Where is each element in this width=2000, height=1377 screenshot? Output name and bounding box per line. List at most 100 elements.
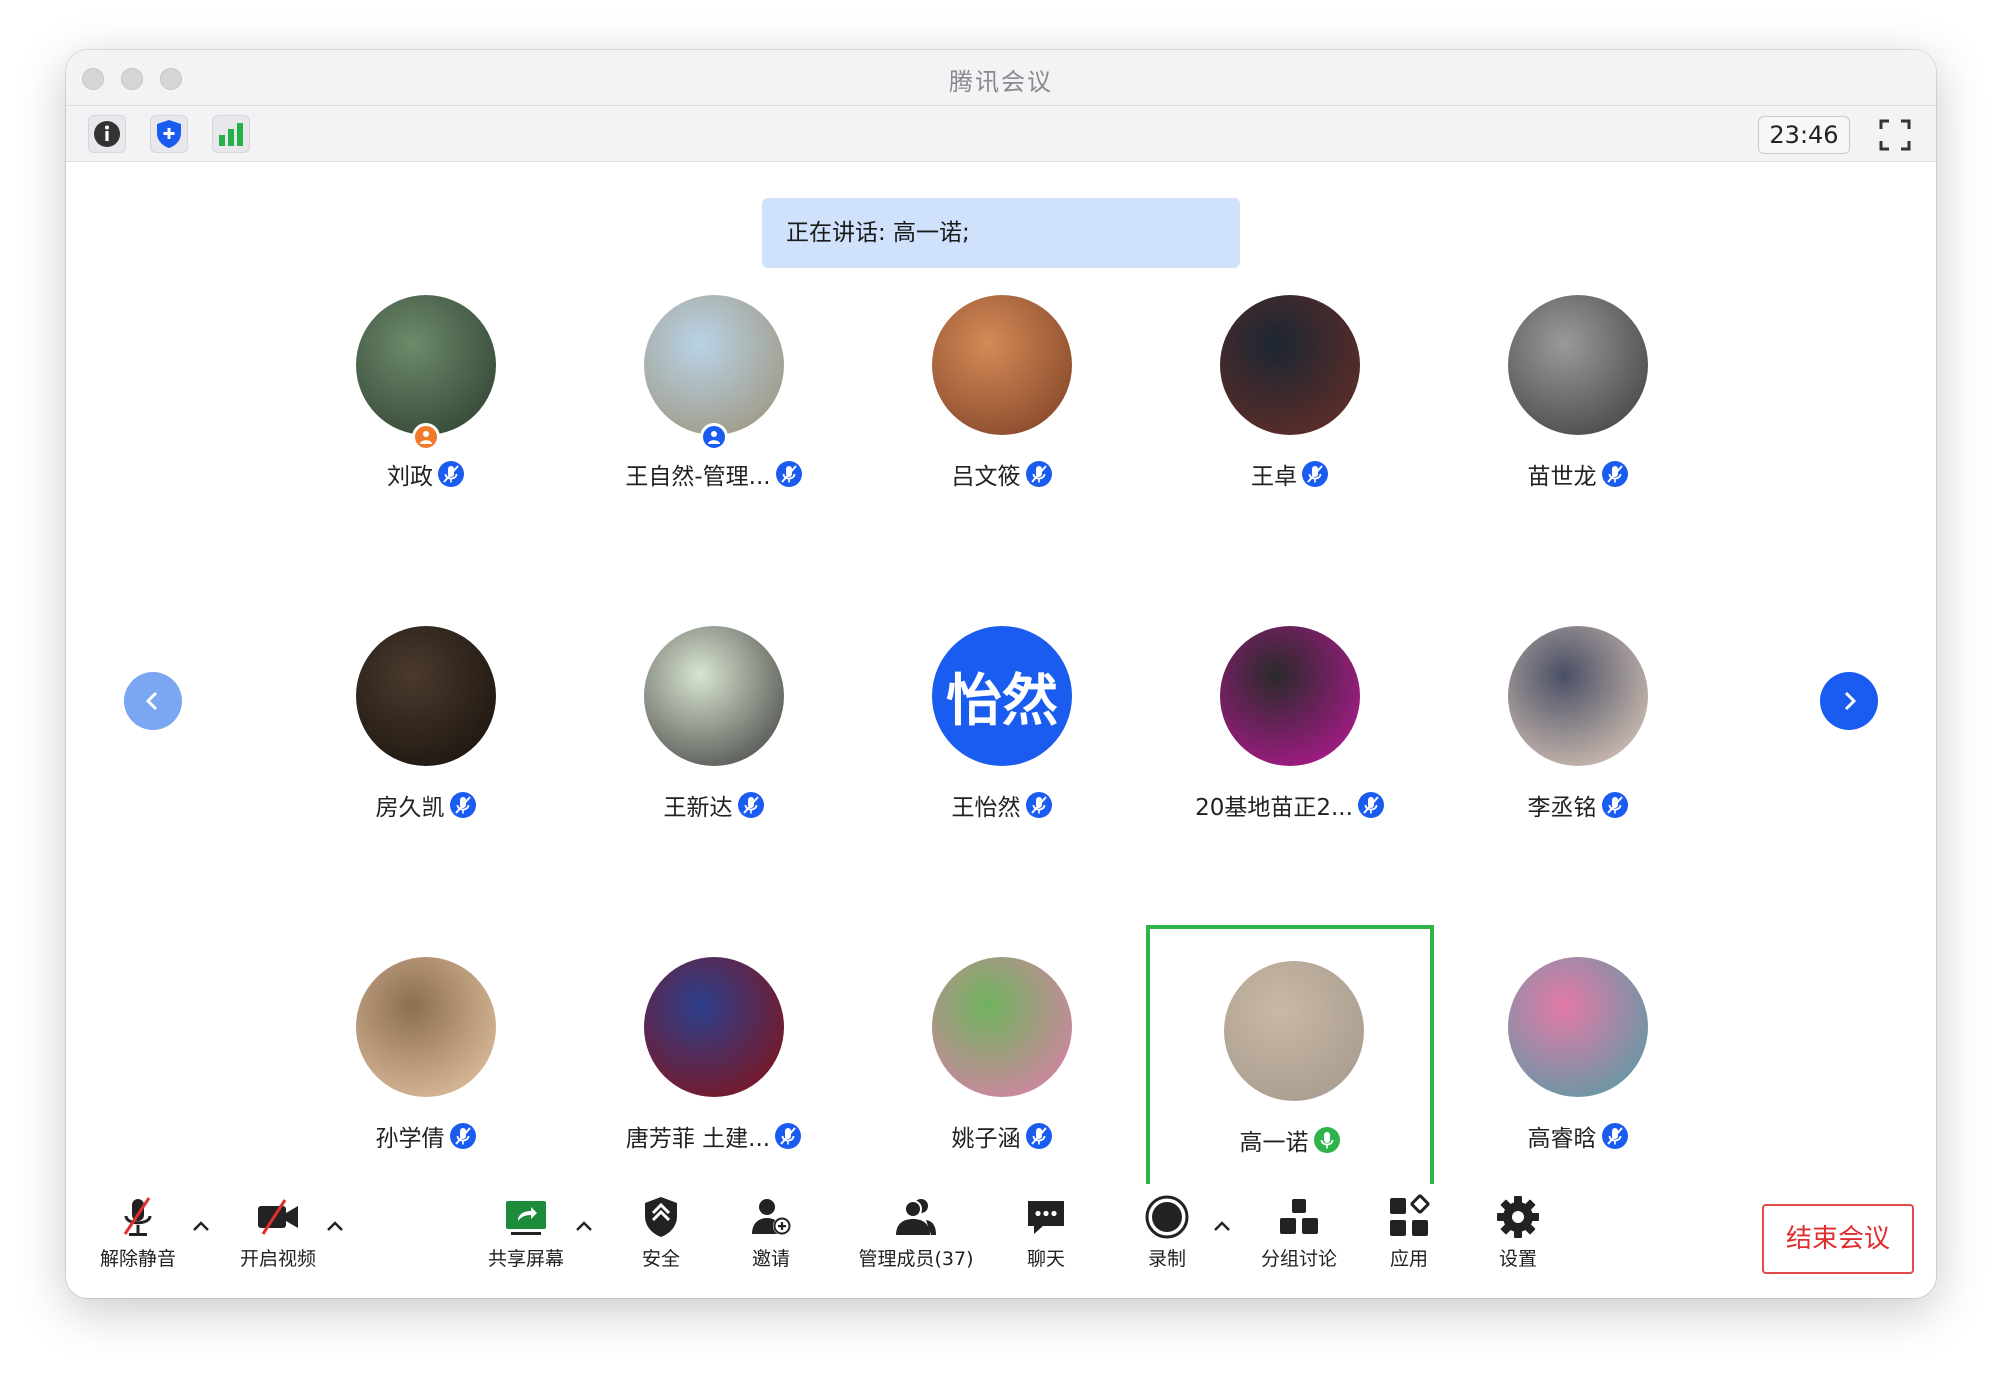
audio-options-caret-icon[interactable]: [191, 1218, 211, 1234]
fullscreen-icon: [1879, 119, 1911, 151]
network-signal-button[interactable]: [212, 115, 250, 153]
participant-name: 高一诺: [1239, 1130, 1309, 1156]
apps-button[interactable]: 应用: [1354, 1194, 1464, 1284]
security-button[interactable]: 安全: [606, 1194, 716, 1284]
microphone-status-icon: [775, 1123, 802, 1149]
invite-button[interactable]: 邀请: [716, 1194, 826, 1284]
participant-name: 王自然-管理...: [625, 464, 771, 490]
next-page-button[interactable]: [1820, 672, 1878, 730]
meeting-window: 腾讯会议 23:46 正在讲话: 高一诺; 刘政 王自然-管理... 吕文筱 王…: [66, 50, 1936, 1298]
avatar: [1508, 626, 1648, 766]
participant-tile[interactable]: 王卓: [1146, 263, 1434, 553]
participant-name: 王新达: [663, 795, 733, 821]
microphone-status-icon: [438, 461, 464, 487]
participant-name-row: 刘政: [282, 457, 570, 491]
video-options-caret-icon[interactable]: [325, 1218, 345, 1234]
settings-button[interactable]: 设置: [1463, 1194, 1573, 1284]
signal-bars-icon: [219, 123, 243, 146]
fullscreen-button[interactable]: [1878, 118, 1912, 152]
breakout-rooms-label: 分组讨论: [1260, 1248, 1337, 1270]
chat-button[interactable]: 聊天: [991, 1194, 1101, 1284]
avatar: [356, 626, 496, 766]
participant-tile[interactable]: 姚子涵: [858, 925, 1146, 1215]
participant-tile[interactable]: 房久凯: [282, 594, 570, 884]
settings-label: 设置: [1498, 1248, 1537, 1270]
add-person-icon: [752, 1199, 791, 1235]
record-button[interactable]: 录制: [1112, 1194, 1222, 1284]
microphone-status-icon: [1601, 1123, 1628, 1149]
avatar: [932, 295, 1072, 435]
start-video-button[interactable]: 开启视频: [223, 1194, 333, 1284]
microphone-status-icon: [775, 461, 802, 487]
participant-tile[interactable]: 高睿晗: [1434, 925, 1722, 1215]
avatar-initials: 怡然: [946, 668, 1058, 734]
apps-label: 应用: [1389, 1248, 1428, 1270]
shield-icon: [157, 120, 181, 148]
manage-members-button[interactable]: 管理成员(37): [846, 1194, 986, 1284]
window-title: 腾讯会议: [949, 68, 1053, 96]
avatar: [644, 295, 784, 435]
participant-name-row: 王自然-管理...: [570, 457, 858, 491]
meeting-timer: 23:46: [1758, 116, 1850, 154]
participant-tile[interactable]: 吕文筱: [858, 263, 1146, 553]
participant-name: 高睿晗: [1527, 1126, 1597, 1152]
participant-tile[interactable]: 孙学倩: [282, 925, 570, 1215]
chat-bubble-icon: [1028, 1201, 1064, 1234]
end-meeting-button[interactable]: 结束会议: [1762, 1204, 1914, 1274]
microphone-status-icon: [1313, 1127, 1340, 1153]
participant-tile[interactable]: 20基地苗正2...: [1146, 594, 1434, 884]
security-shield-button[interactable]: [150, 115, 188, 153]
participant-name: 20基地苗正2...: [1195, 795, 1353, 821]
participant-name-row: 孙学倩: [282, 1119, 570, 1153]
participant-name-row: 姚子涵: [858, 1119, 1146, 1153]
participant-name-row: 吕文筱: [858, 457, 1146, 491]
microphone-status-icon: [449, 1123, 476, 1149]
meeting-info-button[interactable]: [88, 115, 126, 153]
participant-tile[interactable]: 王自然-管理...: [570, 263, 858, 553]
participant-name-row: 房久凯: [282, 788, 570, 822]
security-shield-icon: [645, 1197, 677, 1237]
participant-name: 刘政: [387, 464, 433, 490]
manage-members-label: 管理成员(37): [858, 1248, 974, 1270]
invite-label: 邀请: [751, 1248, 790, 1270]
participant-tile[interactable]: 高一诺: [1146, 925, 1434, 1215]
share-options-caret-icon[interactable]: [574, 1218, 594, 1234]
record-options-caret-icon[interactable]: [1212, 1218, 1232, 1234]
participant-name: 唐芳菲 土建...: [625, 1126, 771, 1152]
avatar: [644, 957, 784, 1097]
participant-tile[interactable]: 王新达: [570, 594, 858, 884]
breakout-rooms-button[interactable]: 分组讨论: [1244, 1194, 1354, 1284]
video-off-icon: [258, 1199, 298, 1235]
avatar: [932, 957, 1072, 1097]
participant-tile[interactable]: 苗世龙: [1434, 263, 1722, 553]
participant-name: 王怡然: [951, 795, 1021, 821]
participant-name: 孙学倩: [375, 1126, 445, 1152]
microphone-muted-icon: [123, 1197, 152, 1236]
previous-page-button[interactable]: [124, 672, 182, 730]
participant-name-row: 苗世龙: [1434, 457, 1722, 491]
unmute-button[interactable]: 解除静音: [83, 1194, 193, 1284]
host-badge-icon: [412, 423, 440, 451]
record-icon: [1145, 1195, 1189, 1239]
share-screen-label: 共享屏幕: [487, 1248, 564, 1270]
microphone-status-icon: [1025, 461, 1052, 487]
participant-tile[interactable]: 李丞铭: [1434, 594, 1722, 884]
participant-tile[interactable]: 唐芳菲 土建...: [570, 925, 858, 1215]
share-screen-button[interactable]: 共享屏幕: [471, 1194, 581, 1284]
participant-name: 吕文筱: [951, 464, 1021, 490]
microphone-status-icon: [1302, 461, 1328, 487]
participant-name-row: 王新达: [570, 788, 858, 822]
participant-name-row: 唐芳菲 土建...: [570, 1119, 858, 1153]
participant-name: 苗世龙: [1527, 464, 1597, 490]
avatar: 怡然: [932, 626, 1072, 766]
title-bar: 腾讯会议: [66, 50, 1936, 106]
participant-name: 李丞铭: [1527, 795, 1597, 821]
participant-tile[interactable]: 刘政: [282, 263, 570, 553]
microphone-status-icon: [1601, 792, 1628, 818]
bottom-control-bar: 解除静音 开启视频 共享屏幕 安全 邀请 管理成员(37) 聊天 录制 分组讨论…: [66, 1184, 1936, 1298]
participant-tile[interactable]: 怡然王怡然: [858, 594, 1146, 884]
participant-name-row: 20基地苗正2...: [1146, 788, 1434, 822]
avatar: [356, 957, 496, 1097]
avatar: [644, 626, 784, 766]
participant-name-row: 王怡然: [858, 788, 1146, 822]
